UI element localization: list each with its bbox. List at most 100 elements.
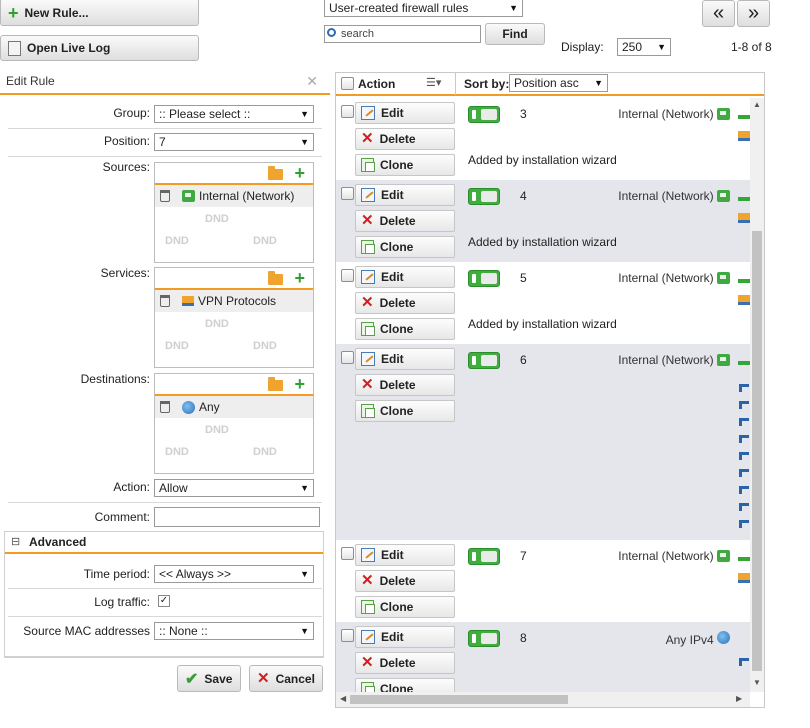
edit-button[interactable]: Edit: [355, 266, 455, 288]
find-button[interactable]: Find: [485, 23, 545, 45]
action-select[interactable]: Allow ▼: [154, 479, 314, 497]
clone-label: Clone: [380, 600, 414, 614]
horizontal-scrollbar[interactable]: ◀ ▶: [336, 692, 750, 707]
time-period-select[interactable]: << Always >> ▼: [154, 565, 314, 583]
clone-button[interactable]: Clone: [355, 596, 455, 618]
log-traffic-label: Log traffic:: [94, 595, 150, 609]
dnd-placeholder: DND: [165, 446, 189, 458]
row-checkbox[interactable]: [341, 351, 354, 364]
clone-button[interactable]: Clone: [355, 400, 455, 422]
delete-button[interactable]: ✕ Delete: [355, 652, 455, 674]
rule-position: 5: [520, 271, 527, 285]
scroll-up-icon[interactable]: ▲: [753, 100, 761, 109]
search-input[interactable]: search: [324, 25, 481, 43]
delete-button[interactable]: ✕ Delete: [355, 570, 455, 592]
display-count-select[interactable]: 250 ▼: [617, 38, 671, 56]
source-mac-select[interactable]: :: None :: ▼: [154, 622, 314, 640]
edit-button[interactable]: Edit: [355, 348, 455, 370]
services-item-label: VPN Protocols: [198, 294, 277, 308]
delete-button[interactable]: ✕ Delete: [355, 374, 455, 396]
rule-position: 8: [520, 631, 527, 645]
clone-button[interactable]: Clone: [355, 678, 455, 692]
next-page-button[interactable]: »: [737, 0, 770, 27]
rule-status-toggle[interactable]: [468, 106, 500, 123]
rule-source: Internal (Network): [618, 271, 730, 285]
delete-button[interactable]: ✕ Delete: [355, 292, 455, 314]
prev-page-button[interactable]: «: [702, 0, 735, 27]
folder-icon[interactable]: [268, 271, 283, 285]
destinations-box[interactable]: + Any DND DND DND: [154, 373, 314, 474]
rule-status-toggle[interactable]: [468, 188, 500, 205]
new-rule-button[interactable]: + New Rule...: [0, 0, 199, 26]
services-box[interactable]: + VPN Protocols DND DND DND: [154, 267, 314, 368]
clone-button[interactable]: Clone: [355, 236, 455, 258]
horizontal-scroll-thumb[interactable]: [350, 695, 568, 704]
edit-button[interactable]: Edit: [355, 626, 455, 648]
open-live-log-button[interactable]: Open Live Log: [0, 35, 199, 61]
cancel-button[interactable]: ✕ Cancel: [249, 665, 323, 692]
clone-button[interactable]: Clone: [355, 154, 455, 176]
clone-icon: [361, 600, 375, 614]
trash-icon[interactable]: [160, 190, 170, 202]
table-row: Edit ✕ Delete Clone 4 Internal (Network) …: [336, 180, 752, 262]
chevron-down-icon: ▼: [300, 483, 309, 493]
position-select[interactable]: 7 ▼: [154, 133, 314, 151]
save-button[interactable]: ✔ Save: [177, 665, 241, 692]
close-icon[interactable]: ✕: [306, 73, 318, 90]
sort-select[interactable]: Position asc ▼: [509, 74, 608, 92]
destinations-item[interactable]: Any: [155, 396, 313, 418]
vertical-scroll-thumb[interactable]: [752, 231, 762, 671]
rule-status-toggle[interactable]: [468, 270, 500, 287]
action-label: Action:: [113, 480, 150, 494]
rule-status-toggle[interactable]: [468, 630, 500, 647]
folder-icon[interactable]: [268, 377, 283, 391]
rule-comment: Added by installation wizard: [468, 235, 617, 249]
edit-button[interactable]: Edit: [355, 102, 455, 124]
vertical-scrollbar[interactable]: ▲ ▼: [750, 98, 764, 692]
delete-icon: ✕: [361, 130, 374, 147]
column-menu-icon[interactable]: ☰▾: [426, 76, 441, 89]
sources-item[interactable]: Internal (Network): [155, 185, 313, 207]
add-icon[interactable]: +: [294, 269, 305, 287]
rule-status-toggle[interactable]: [468, 548, 500, 565]
rule-status-toggle[interactable]: [468, 352, 500, 369]
trash-icon[interactable]: [160, 401, 170, 413]
delete-button[interactable]: ✕ Delete: [355, 128, 455, 150]
delete-button[interactable]: ✕ Delete: [355, 210, 455, 232]
group-select[interactable]: :: Please select :: ▼: [154, 105, 314, 123]
row-checkbox[interactable]: [341, 187, 354, 200]
services-item[interactable]: VPN Protocols: [155, 290, 313, 312]
edit-icon: [361, 352, 375, 366]
delete-label: Delete: [379, 132, 416, 146]
collapse-icon[interactable]: ⊟: [11, 535, 20, 548]
delete-label: Delete: [379, 574, 416, 588]
select-all-checkbox[interactable]: [341, 77, 354, 90]
scroll-left-icon[interactable]: ◀: [340, 694, 346, 703]
trash-icon[interactable]: [160, 295, 170, 307]
clone-button[interactable]: Clone: [355, 318, 455, 340]
next-page-icon: »: [747, 2, 760, 24]
chevron-down-icon: ▼: [300, 626, 309, 636]
edit-button[interactable]: Edit: [355, 184, 455, 206]
add-icon[interactable]: +: [294, 375, 305, 393]
sources-box[interactable]: + Internal (Network) DND DND DND: [154, 162, 314, 263]
row-checkbox[interactable]: [341, 547, 354, 560]
comment-input[interactable]: [154, 507, 320, 527]
advanced-header[interactable]: ⊟ Advanced: [5, 532, 323, 554]
edit-button[interactable]: Edit: [355, 544, 455, 566]
row-checkbox[interactable]: [341, 105, 354, 118]
log-traffic-checkbox[interactable]: ✓: [158, 595, 170, 607]
dnd-placeholder: DND: [205, 213, 229, 225]
rule-filter-select[interactable]: User-created firewall rules ▼: [324, 0, 523, 17]
table-row: Edit ✕ Delete Clone 7 Internal (Network): [336, 540, 752, 622]
scroll-right-icon[interactable]: ▶: [736, 694, 742, 703]
folder-icon[interactable]: [268, 166, 283, 180]
scroll-down-icon[interactable]: ▼: [753, 678, 761, 687]
row-checkbox[interactable]: [341, 629, 354, 642]
position-value: 7: [159, 135, 166, 149]
divider: [8, 502, 322, 503]
clone-label: Clone: [380, 240, 414, 254]
table-row: Edit ✕ Delete Clone 8 Any IPv4: [336, 622, 750, 692]
row-checkbox[interactable]: [341, 269, 354, 282]
add-icon[interactable]: +: [294, 164, 305, 182]
